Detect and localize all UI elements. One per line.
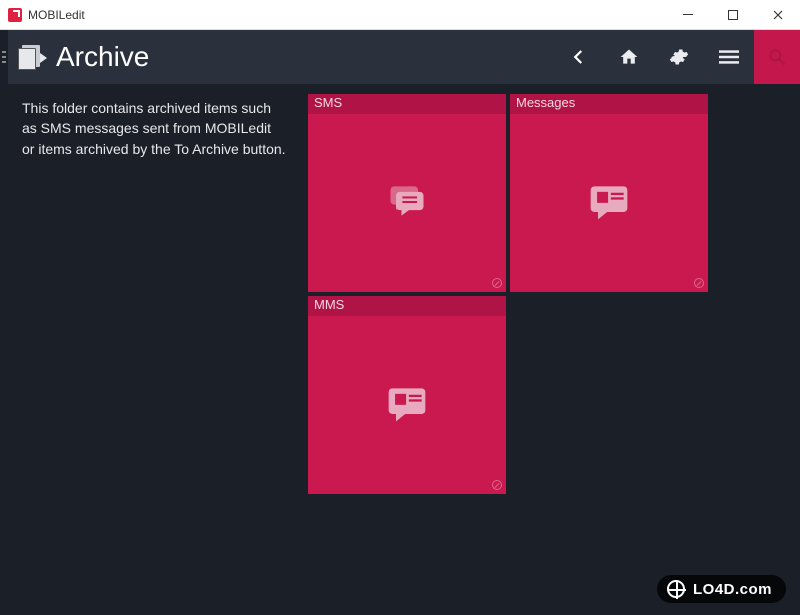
archive-icon — [18, 43, 46, 71]
home-button[interactable] — [604, 30, 654, 84]
tile-sms[interactable]: SMS — [308, 94, 506, 292]
tile-status-icon — [694, 278, 704, 288]
tile-status-icon — [492, 480, 502, 490]
minimize-button[interactable] — [665, 0, 710, 30]
watermark-text: LO4D.com — [693, 581, 772, 598]
content-area: This folder contains archived items such… — [0, 84, 800, 615]
search-button[interactable] — [754, 30, 800, 84]
tile-label: MMS — [308, 296, 506, 316]
chat-icon — [385, 179, 429, 228]
globe-icon — [667, 580, 685, 598]
tile-grid: SMS Messages — [300, 94, 800, 615]
tile-label: Messages — [510, 94, 708, 114]
description-text: This folder contains archived items such… — [0, 94, 300, 615]
tile-messages[interactable]: Messages — [510, 94, 708, 292]
tile-mms[interactable]: MMS — [308, 296, 506, 494]
app-header: Archive — [0, 30, 800, 84]
tile-status-icon — [492, 278, 502, 288]
watermark: LO4D.com — [657, 575, 786, 603]
settings-button[interactable] — [654, 30, 704, 84]
window-titlebar: MOBILedit — [0, 0, 800, 30]
page-title: Archive — [56, 41, 149, 73]
sidebar-toggle[interactable] — [0, 30, 8, 84]
tile-label: SMS — [308, 94, 506, 114]
app-title: MOBILedit — [28, 8, 85, 22]
back-button[interactable] — [554, 30, 604, 84]
maximize-button[interactable] — [710, 0, 755, 30]
window-controls — [665, 0, 800, 30]
app-icon — [8, 8, 22, 22]
menu-button[interactable] — [704, 30, 754, 84]
close-button[interactable] — [755, 0, 800, 30]
media-message-icon — [587, 179, 631, 228]
media-message-icon — [385, 381, 429, 430]
